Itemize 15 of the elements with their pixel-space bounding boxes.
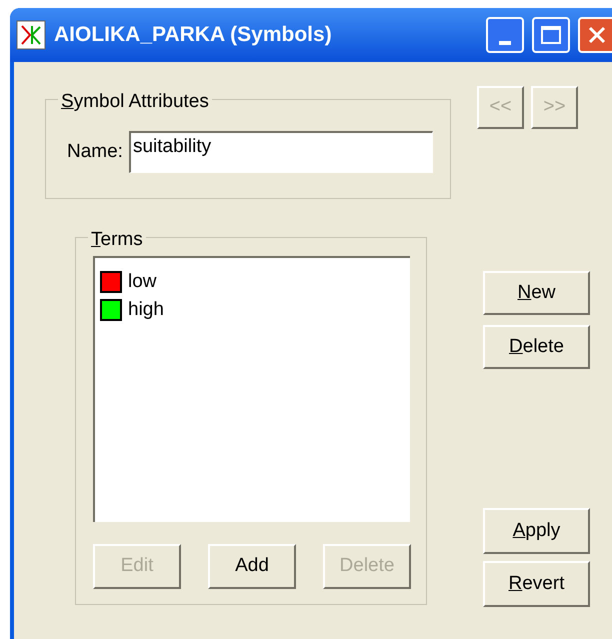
- term-item[interactable]: high: [128, 296, 164, 324]
- revert-button[interactable]: Revert: [483, 561, 590, 607]
- apply-button[interactable]: Apply: [483, 508, 590, 554]
- close-icon: [587, 25, 607, 45]
- new-button[interactable]: New: [483, 271, 590, 315]
- name-field[interactable]: suitability: [128, 131, 433, 173]
- window-title: AIOLIKA_PARKA (Symbols): [54, 22, 332, 48]
- close-button[interactable]: [578, 17, 612, 53]
- term-item[interactable]: low: [128, 268, 157, 296]
- maximize-button[interactable]: [532, 17, 570, 53]
- app-icon: [16, 20, 46, 50]
- minimize-button[interactable]: [486, 17, 524, 53]
- name-label: Name:: [67, 140, 123, 164]
- add-button[interactable]: Add: [208, 544, 296, 589]
- delete-button[interactable]: Delete: [483, 325, 590, 369]
